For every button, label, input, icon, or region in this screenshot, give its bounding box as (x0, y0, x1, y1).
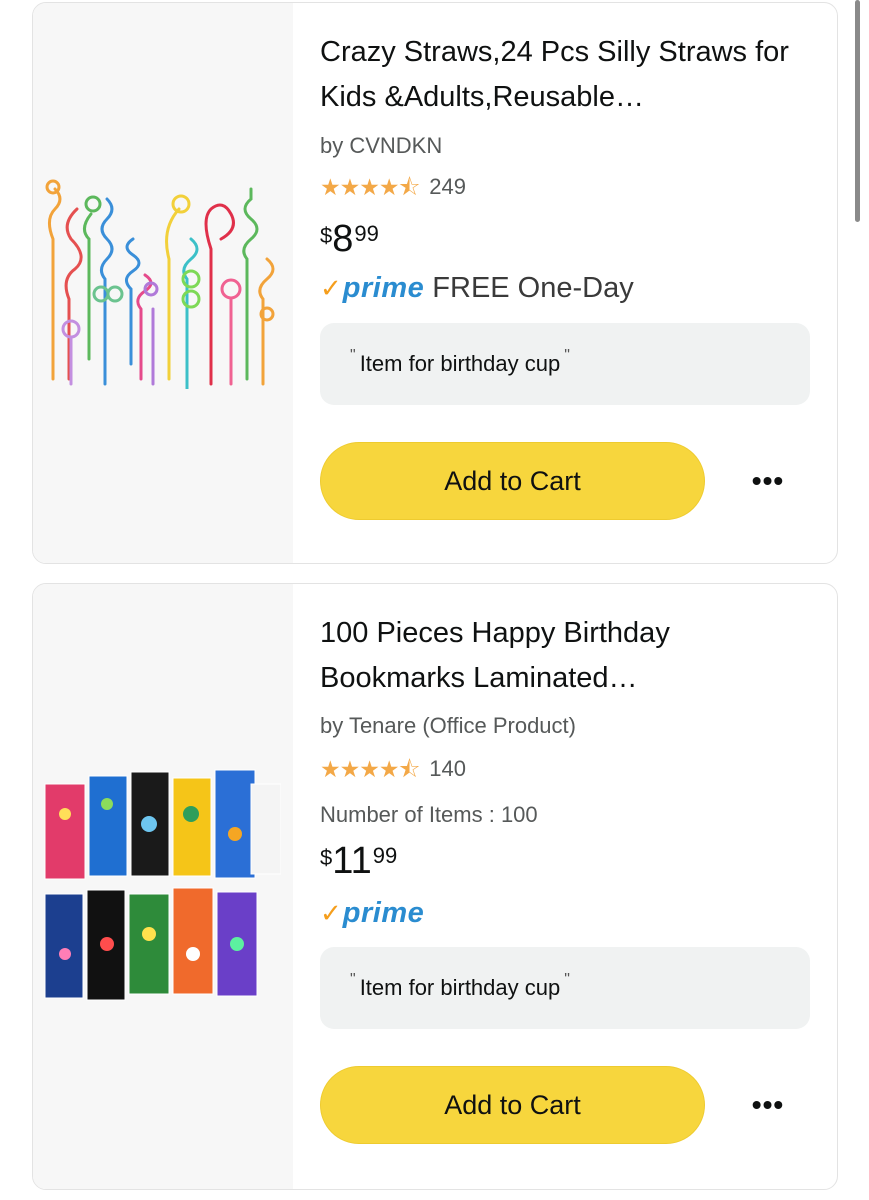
product-thumbnail[interactable] (33, 584, 293, 1189)
product-byline[interactable]: by Tenare (Office Product) (320, 713, 576, 739)
prime-delivery: ✓ prime (320, 896, 424, 930)
product-byline[interactable]: by CVNDKN (320, 133, 442, 159)
add-to-cart-button[interactable]: Add to Cart (320, 1066, 705, 1144)
item-note[interactable]: " Item for birthday cup " (320, 323, 810, 405)
product-info: Crazy Straws,24 Pcs Silly Straws for Kid… (320, 3, 837, 563)
add-to-cart-button[interactable]: Add to Cart (320, 442, 705, 520)
item-note[interactable]: " Item for birthday cup " (320, 947, 810, 1029)
crazy-straws-image (45, 179, 275, 389)
product-thumbnail[interactable] (33, 3, 293, 563)
price-symbol: $ (320, 223, 333, 248)
prime-label: prime (342, 896, 425, 929)
more-options-icon[interactable]: ••• (738, 1085, 798, 1125)
price-fraction: 99 (372, 843, 398, 868)
open-quote-icon: " (350, 347, 356, 364)
product-card[interactable]: 100 Pieces Happy Birthday Bookmarks Lami… (32, 583, 838, 1190)
prime-delivery: ✓ prime FREE One-Day (320, 271, 634, 305)
rating-count: 140 (429, 756, 466, 781)
prime-label: prime (342, 271, 425, 304)
price-whole: 11 (332, 840, 372, 882)
product-price: $ 11 99 (320, 839, 397, 883)
product-card[interactable]: Crazy Straws,24 Pcs Silly Straws for Kid… (32, 2, 838, 564)
rating-count: 249 (429, 174, 466, 199)
prime-logo-icon: ✓ prime (320, 896, 425, 929)
product-price: $ 8 99 (320, 217, 379, 261)
prime-logo-icon: ✓ prime (320, 271, 425, 304)
product-title[interactable]: Crazy Straws,24 Pcs Silly Straws for Kid… (320, 30, 820, 120)
close-quote-icon: " (564, 971, 570, 988)
product-rating[interactable]: ★ ★ ★ ★ ⯪ 249 (320, 174, 466, 200)
scrollbar[interactable] (855, 0, 860, 222)
star-rating-icon: ★ ★ ★ ★ ⯪ (320, 174, 420, 200)
birthday-bookmarks-image (44, 769, 281, 1001)
product-rating[interactable]: ★ ★ ★ ★ ⯪ 140 (320, 756, 466, 782)
note-text: Item for birthday cup (359, 351, 561, 376)
star-rating-icon: ★ ★ ★ ★ ⯪ (320, 756, 420, 782)
open-quote-icon: " (350, 971, 356, 988)
price-fraction: 99 (354, 221, 379, 246)
more-options-icon[interactable]: ••• (738, 461, 798, 501)
price-symbol: $ (320, 845, 333, 870)
product-info: 100 Pieces Happy Birthday Bookmarks Lami… (320, 584, 837, 1189)
delivery-text: FREE One-Day (432, 271, 634, 304)
price-whole: 8 (332, 218, 354, 260)
note-text: Item for birthday cup (359, 975, 561, 1000)
close-quote-icon: " (564, 347, 570, 364)
product-title[interactable]: 100 Pieces Happy Birthday Bookmarks Lami… (320, 611, 820, 701)
number-of-items: Number of Items : 100 (320, 802, 538, 827)
